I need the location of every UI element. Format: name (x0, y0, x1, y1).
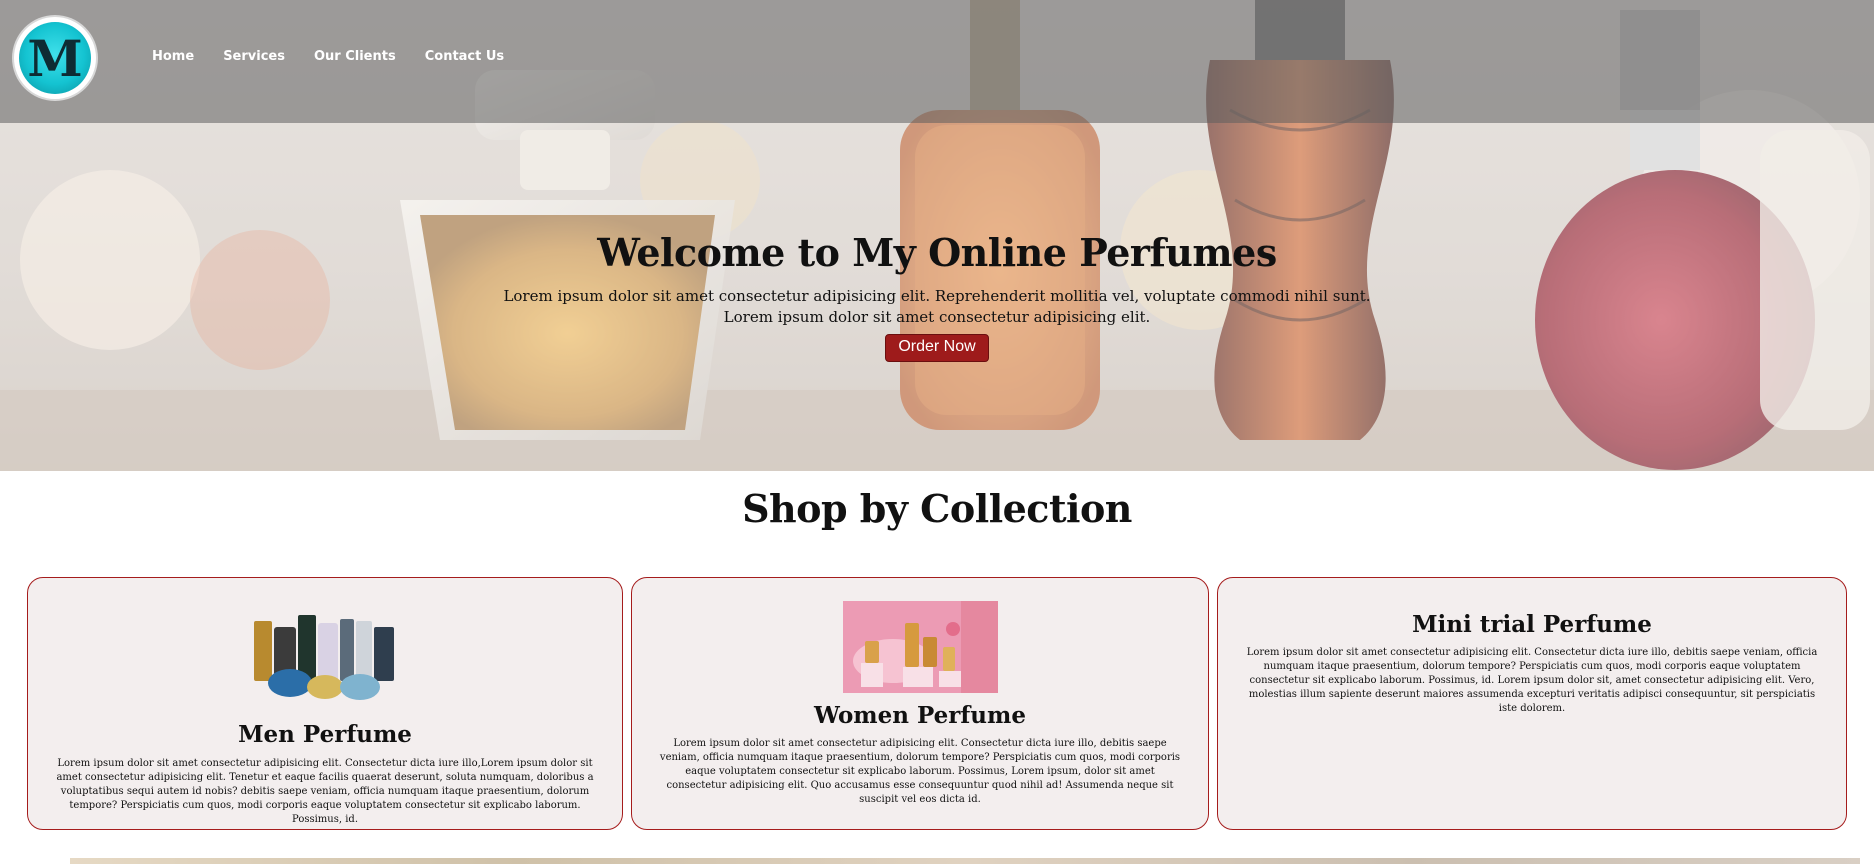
hero-text-line-1: Lorem ipsum dolor sit amet consectetur a… (503, 287, 1371, 305)
nav-item-home[interactable]: Home (152, 49, 194, 64)
order-now-button[interactable]: Order Now (885, 334, 989, 362)
men-card-description: Lorem ipsum dolor sit amet consectetur a… (56, 758, 594, 825)
shop-section-title: Shop by Collection (742, 486, 1132, 531)
men-perfume-image[interactable] (250, 607, 400, 703)
mini-trial-card-description: Lorem ipsum dolor sit amet consectetur a… (1246, 647, 1818, 714)
hero-content: Welcome to My Online Perfumes Lorem ipsu… (0, 230, 1874, 362)
men-card-title: Men Perfume (238, 721, 412, 748)
hero-description: Lorem ipsum dolor sit amet consectetur a… (0, 286, 1874, 328)
hero-text-line-2: Lorem ipsum dolor sit amet consectetur a… (723, 308, 1151, 326)
collection-card-women[interactable]: Women Perfume Lorem ipsum dolor sit amet… (631, 577, 1209, 830)
next-section-image-edge (70, 858, 1860, 864)
navbar: M Home Services Our Clients Contact Us (0, 0, 1874, 123)
nav-item-services[interactable]: Services (223, 49, 285, 64)
logo-letter: M (27, 29, 83, 88)
nav-item-our-clients[interactable]: Our Clients (314, 49, 396, 64)
women-perfume-image[interactable] (842, 601, 998, 693)
women-card-description: Lorem ipsum dolor sit amet consectetur a… (659, 738, 1181, 805)
main-nav: Home Services Our Clients Contact Us (152, 49, 533, 64)
collection-card-mini-trial[interactable]: Mini trial Perfume Lorem ipsum dolor sit… (1217, 577, 1847, 830)
logo-emblem: M (19, 22, 91, 94)
mini-trial-card-title: Mini trial Perfume (1412, 611, 1652, 638)
women-card-title: Women Perfume (813, 702, 1026, 729)
hero-title: Welcome to My Online Perfumes (597, 230, 1277, 275)
collection-card-men[interactable]: Men Perfume Lorem ipsum dolor sit amet c… (27, 577, 623, 830)
nav-item-contact-us[interactable]: Contact Us (425, 49, 504, 64)
hero-banner: M Home Services Our Clients Contact Us W… (0, 0, 1874, 471)
brand-logo[interactable]: M (14, 17, 96, 99)
